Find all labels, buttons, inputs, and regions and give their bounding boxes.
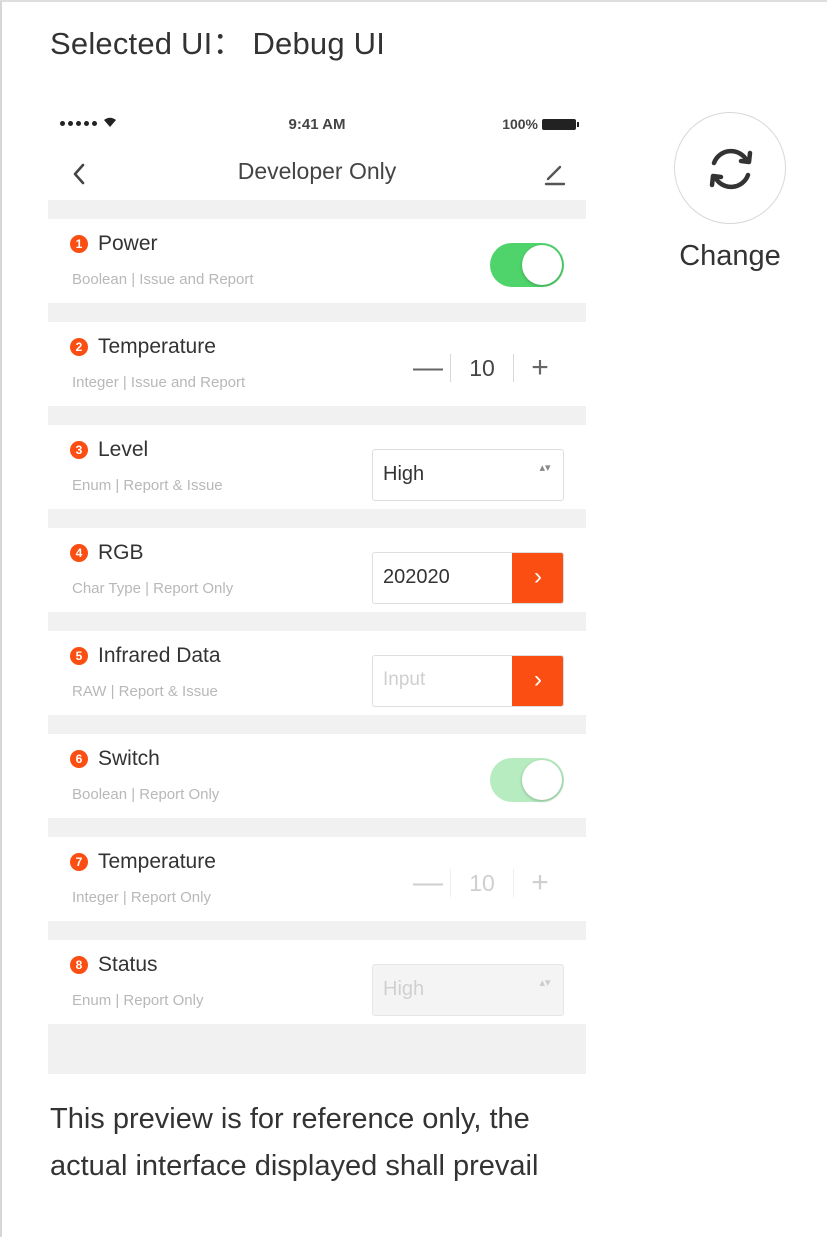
input-placeholder: Input	[383, 669, 426, 690]
section-divider	[48, 406, 586, 425]
dp-row-status: 8 Status Enum | Report Only High ▴▾	[48, 940, 586, 1024]
selected-ui-title: Selected UI： Debug UI	[50, 26, 386, 61]
row-description: Boolean | Issue and Report	[72, 271, 254, 288]
nav-bar: Developer Only	[48, 150, 586, 200]
section-divider	[48, 303, 586, 322]
change-button[interactable]	[674, 112, 786, 224]
decrement-button: —	[413, 866, 443, 899]
rgb-input[interactable]: 202020 ›	[372, 552, 564, 604]
row-name: Temperature	[98, 850, 216, 873]
row-head: 8 Status	[70, 953, 158, 977]
updown-arrows-icon: ▴▾	[539, 462, 551, 474]
select-value: High	[383, 978, 425, 1000]
stepper-value: 10	[469, 354, 495, 381]
row-number-badge: 4	[70, 544, 88, 562]
row-number-badge: 2	[70, 338, 88, 356]
dp-row-rgb: 4 RGB Char Type | Report Only 202020 ›	[48, 528, 586, 612]
row-head: 5 Infrared Data	[70, 644, 221, 668]
row-number-badge: 8	[70, 956, 88, 974]
status-bar: 9:41 AM 100%	[48, 100, 586, 150]
row-description: Enum | Report Only	[72, 992, 204, 1009]
row-head: 3 Level	[70, 438, 148, 462]
edit-icon[interactable]	[542, 160, 568, 188]
battery-indicator: 100%	[502, 116, 579, 132]
row-name: RGB	[98, 541, 144, 564]
row-description: Enum | Report & Issue	[72, 477, 223, 494]
temperature-stepper-disabled: — 10 +	[406, 865, 568, 901]
send-button[interactable]: ›	[512, 656, 563, 706]
infrared-input[interactable]: Input ›	[372, 655, 564, 707]
phone-preview: 9:41 AM 100% Developer Only 1 Power Bool…	[48, 100, 586, 1074]
row-number-badge: 5	[70, 647, 88, 665]
row-number-badge: 1	[70, 235, 88, 253]
section-divider	[48, 921, 586, 940]
change-label: Change	[679, 240, 781, 272]
row-name: Status	[98, 953, 158, 976]
increment-button[interactable]: +	[514, 350, 566, 386]
row-description: Boolean | Report Only	[72, 786, 220, 803]
section-divider	[48, 200, 586, 219]
section-divider	[48, 509, 586, 528]
preview-note: This preview is for reference only, the …	[50, 1103, 539, 1182]
decrement-button[interactable]: —	[406, 350, 450, 386]
toggle-knob	[522, 760, 562, 800]
row-description: Integer | Report Only	[72, 889, 211, 906]
row-description: RAW | Report & Issue	[72, 683, 218, 700]
row-number-badge: 3	[70, 441, 88, 459]
dp-row-level: 3 Level Enum | Report & Issue High ▴▾	[48, 425, 586, 509]
row-head: 7 Temperature	[70, 850, 216, 874]
updown-arrows-icon: ▴▾	[539, 977, 551, 989]
row-name: Level	[98, 438, 149, 461]
toggle-knob	[522, 245, 562, 285]
battery-icon	[542, 118, 579, 130]
row-name: Power	[98, 232, 158, 255]
power-toggle[interactable]	[490, 243, 564, 287]
section-divider	[48, 818, 586, 837]
temperature-stepper: — 10 +	[406, 350, 568, 386]
row-head: 1 Power	[70, 232, 158, 256]
dp-row-power: 1 Power Boolean | Issue and Report	[48, 219, 586, 303]
row-name: Infrared Data	[98, 644, 221, 667]
status-select-disabled: High ▴▾	[372, 964, 564, 1016]
row-name: Switch	[98, 747, 160, 770]
page-title: Developer Only	[237, 158, 397, 184]
select-value: High	[383, 463, 425, 485]
row-head: 6 Switch	[70, 747, 160, 771]
dp-row-infrared-data: 5 Infrared Data RAW | Report & Issue Inp…	[48, 631, 586, 715]
phone-footer	[48, 1024, 586, 1074]
row-number-badge: 7	[70, 853, 88, 871]
section-divider	[48, 612, 586, 631]
stepper-value: 10	[469, 869, 495, 896]
dp-row-temperature: 2 Temperature Integer | Issue and Report…	[48, 322, 586, 406]
row-description: Char Type | Report Only	[72, 580, 234, 597]
row-description: Integer | Issue and Report	[72, 374, 246, 391]
row-head: 2 Temperature	[70, 335, 216, 359]
increment-button: +	[531, 866, 549, 899]
level-select[interactable]: High ▴▾	[372, 449, 564, 501]
battery-percent: 100%	[502, 116, 538, 132]
row-number-badge: 6	[70, 750, 88, 768]
send-button[interactable]: ›	[512, 553, 563, 603]
row-head: 4 RGB	[70, 541, 144, 565]
section-divider	[48, 715, 586, 734]
switch-toggle	[490, 758, 564, 802]
row-name: Temperature	[98, 335, 216, 358]
dp-row-switch: 6 Switch Boolean | Report Only	[48, 734, 586, 818]
input-value: 202020	[383, 566, 450, 588]
dp-row-temperature-readonly: 7 Temperature Integer | Report Only — 10…	[48, 837, 586, 921]
